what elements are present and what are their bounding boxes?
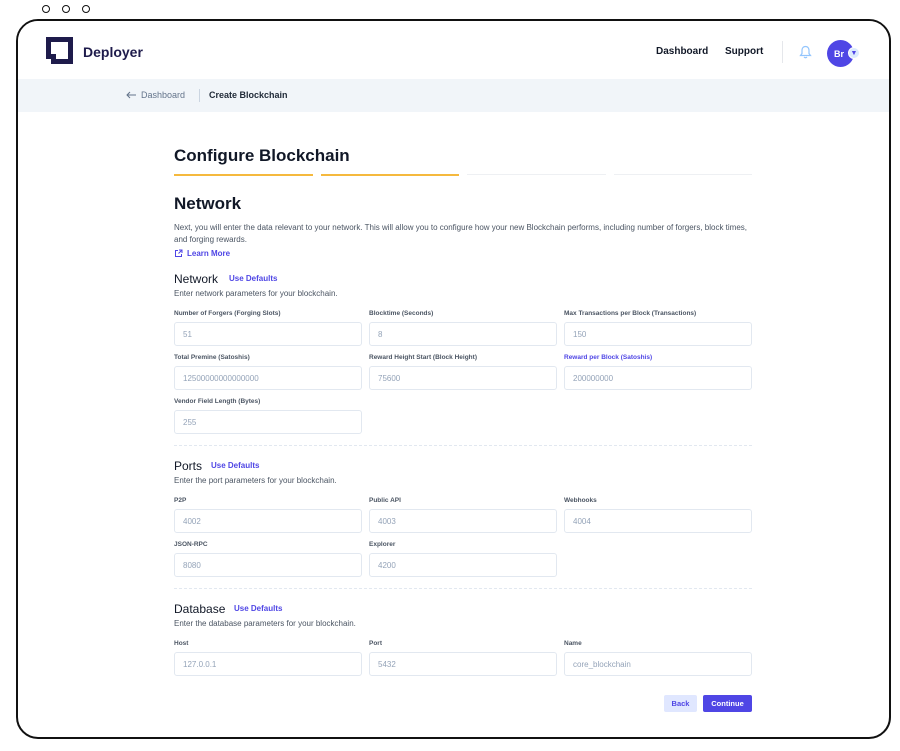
breadcrumb: Dashboard Create Blockchain xyxy=(18,79,889,112)
vendor-field-input[interactable] xyxy=(174,410,362,434)
public-api-input[interactable] xyxy=(369,509,557,533)
blocktime-input[interactable] xyxy=(369,322,557,346)
window-dot-icon[interactable] xyxy=(62,5,70,13)
learn-more-label: Learn More xyxy=(187,249,231,258)
database-section-title: Database xyxy=(174,602,226,616)
brand-name[interactable]: Deployer xyxy=(83,44,143,60)
max-transactions-label: Max Transactions per Block (Transactions… xyxy=(564,310,697,317)
explorer-input[interactable] xyxy=(369,553,557,577)
page-title: Configure Blockchain xyxy=(174,146,350,165)
window-dot-icon[interactable] xyxy=(82,5,90,13)
vendor-field-label: Vendor Field Length (Bytes) xyxy=(174,398,261,405)
forgers-input[interactable] xyxy=(174,322,362,346)
blocktime-label: Blocktime (Seconds) xyxy=(369,310,434,317)
reward-height-label: Reward Height Start (Block Height) xyxy=(369,354,477,361)
back-button[interactable]: Back xyxy=(664,695,697,712)
nav-support-link[interactable]: Support xyxy=(725,46,763,57)
step-indicator-3 xyxy=(467,174,606,175)
db-port-label: Port xyxy=(369,640,382,647)
db-name-input[interactable] xyxy=(564,652,752,676)
database-use-defaults-link[interactable]: Use Defaults xyxy=(234,604,282,613)
host-label: Host xyxy=(174,640,189,647)
continue-button[interactable]: Continue xyxy=(703,695,752,712)
ports-section-title: Ports xyxy=(174,459,203,473)
ports-section-desc: Enter the port parameters for your block… xyxy=(174,476,337,485)
notification-bell-icon[interactable] xyxy=(799,45,812,59)
explorer-label: Explorer xyxy=(369,541,396,548)
total-premine-label: Total Premine (Satoshis) xyxy=(174,354,250,361)
learn-more-link[interactable]: Learn More xyxy=(174,249,230,258)
breadcrumb-back-link[interactable]: Dashboard xyxy=(126,90,185,100)
step-progress xyxy=(174,174,752,176)
reward-per-block-input[interactable] xyxy=(564,366,752,390)
breadcrumb-current: Create Blockchain xyxy=(209,90,288,100)
step-indicator-1 xyxy=(174,174,313,176)
json-rpc-input[interactable] xyxy=(174,553,362,577)
p2p-label: P2P xyxy=(174,497,187,504)
step-indicator-4 xyxy=(613,174,752,175)
app-window: Deployer Dashboard Support Br ▼ Dashboar… xyxy=(16,19,891,739)
db-port-input[interactable] xyxy=(369,652,557,676)
section-divider xyxy=(174,445,752,446)
forgers-label: Number of Forgers (Forging Slots) xyxy=(174,310,281,317)
chevron-down-icon[interactable]: ▼ xyxy=(848,47,860,59)
breadcrumb-dashboard-label: Dashboard xyxy=(141,90,186,100)
arrow-left-icon xyxy=(126,91,136,99)
avatar-initials: Br xyxy=(833,48,844,59)
json-rpc-label: JSON-RPC xyxy=(174,541,208,548)
deployer-logo-icon[interactable] xyxy=(46,37,73,64)
nav-dashboard-link[interactable]: Dashboard xyxy=(656,46,708,57)
network-section-desc: Enter network parameters for your blockc… xyxy=(174,289,338,298)
webhooks-label: Webhooks xyxy=(564,497,597,504)
section-divider xyxy=(174,588,752,589)
window-controls xyxy=(42,5,90,13)
network-use-defaults-link[interactable]: Use Defaults xyxy=(229,274,277,283)
intro-text: Next, you will enter the data relevant t… xyxy=(174,223,748,244)
section-heading: Network xyxy=(174,194,242,213)
step-indicator-2 xyxy=(320,174,459,176)
total-premine-input[interactable] xyxy=(174,366,362,390)
webhooks-input[interactable] xyxy=(564,509,752,533)
p2p-input[interactable] xyxy=(174,509,362,533)
top-header: Deployer Dashboard Support Br ▼ xyxy=(18,21,889,79)
max-transactions-input[interactable] xyxy=(564,322,752,346)
header-divider xyxy=(782,41,783,63)
window-dot-icon[interactable] xyxy=(42,5,50,13)
breadcrumb-separator xyxy=(199,89,200,102)
reward-height-input[interactable] xyxy=(369,366,557,390)
public-api-label: Public API xyxy=(369,497,401,504)
external-link-icon xyxy=(175,249,183,257)
host-input[interactable] xyxy=(174,652,362,676)
db-name-label: Name xyxy=(564,640,582,647)
reward-per-block-label: Reward per Block (Satoshis) xyxy=(564,354,653,361)
ports-use-defaults-link[interactable]: Use Defaults xyxy=(211,461,259,470)
network-section-title: Network xyxy=(174,272,219,286)
database-section-desc: Enter the database parameters for your b… xyxy=(174,619,356,628)
